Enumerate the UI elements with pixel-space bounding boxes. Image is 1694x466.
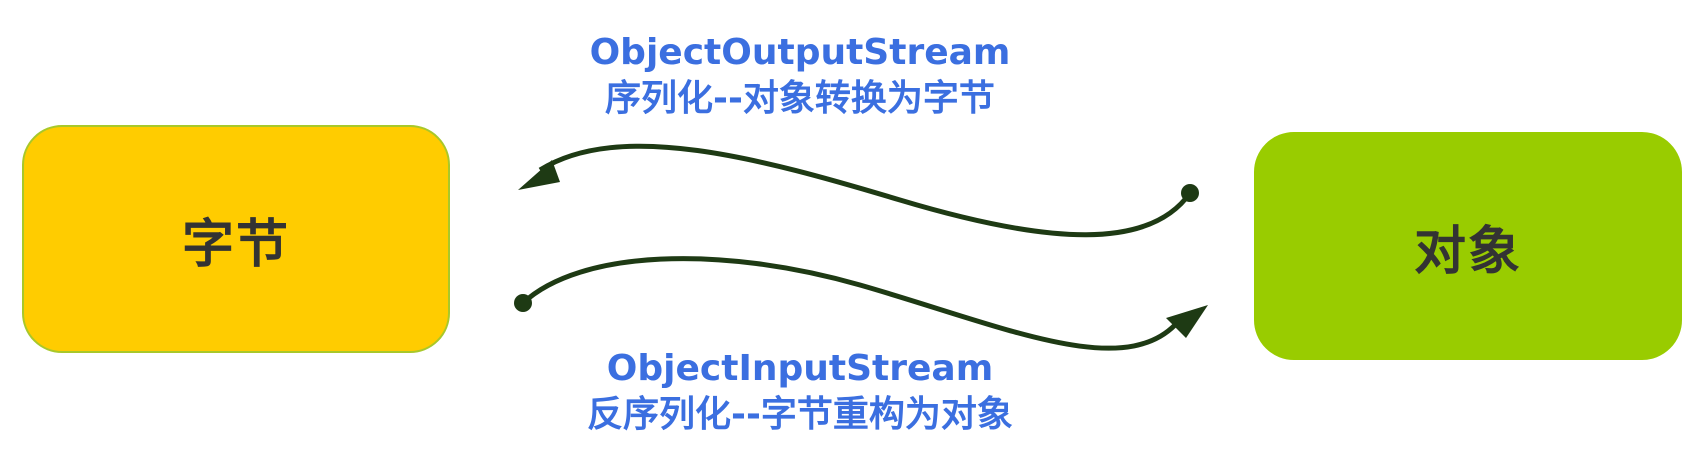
deserialize-arrow bbox=[521, 256, 1177, 351]
flow-arrows bbox=[514, 143, 1208, 351]
serialize-start-dot bbox=[1181, 184, 1199, 202]
deserialize-arrowhead bbox=[1166, 305, 1208, 338]
deserialize-start-dot bbox=[514, 294, 532, 312]
serialize-arrow bbox=[538, 143, 1193, 238]
